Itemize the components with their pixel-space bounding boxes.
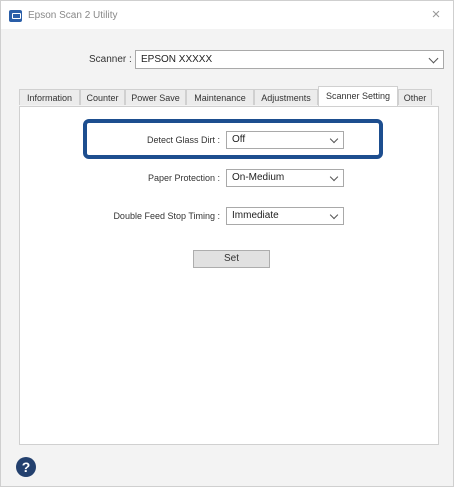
close-icon[interactable]: × [427, 6, 445, 24]
help-icon[interactable]: ? [16, 457, 36, 477]
tab-power-save[interactable]: Power Save [125, 89, 186, 105]
tab-other[interactable]: Other [398, 89, 432, 105]
double-feed-stop-timing-label: Double Feed Stop Timing : [113, 211, 220, 221]
paper-protection-value: On-Medium [232, 172, 285, 183]
tab-adjustments[interactable]: Adjustments [254, 89, 318, 105]
window-title: Epson Scan 2 Utility [28, 10, 118, 21]
chevron-down-icon [329, 172, 339, 182]
scanner-app-icon [9, 10, 22, 22]
set-button[interactable]: Set [193, 250, 270, 268]
paper-protection-select[interactable]: On-Medium [226, 169, 344, 187]
double-feed-stop-timing-value: Immediate [232, 210, 279, 221]
chevron-down-icon [428, 53, 439, 64]
scanner-label: Scanner : [89, 54, 132, 65]
tab-counter[interactable]: Counter [80, 89, 125, 105]
scanner-select[interactable]: EPSON XXXXX [135, 50, 444, 69]
tab-information[interactable]: Information [19, 89, 80, 105]
paper-protection-label: Paper Protection : [147, 173, 220, 183]
app-window: Epson Scan 2 Utility × Scanner : EPSON X… [0, 0, 454, 487]
title-bar: Epson Scan 2 Utility × [1, 1, 453, 29]
tab-maintenance[interactable]: Maintenance [186, 89, 254, 105]
tab-scanner-setting[interactable]: Scanner Setting [318, 86, 398, 106]
double-feed-stop-timing-select[interactable]: Immediate [226, 207, 344, 225]
chevron-down-icon [329, 210, 339, 220]
highlight-frame [83, 119, 383, 159]
scanner-select-value: EPSON XXXXX [141, 54, 213, 65]
